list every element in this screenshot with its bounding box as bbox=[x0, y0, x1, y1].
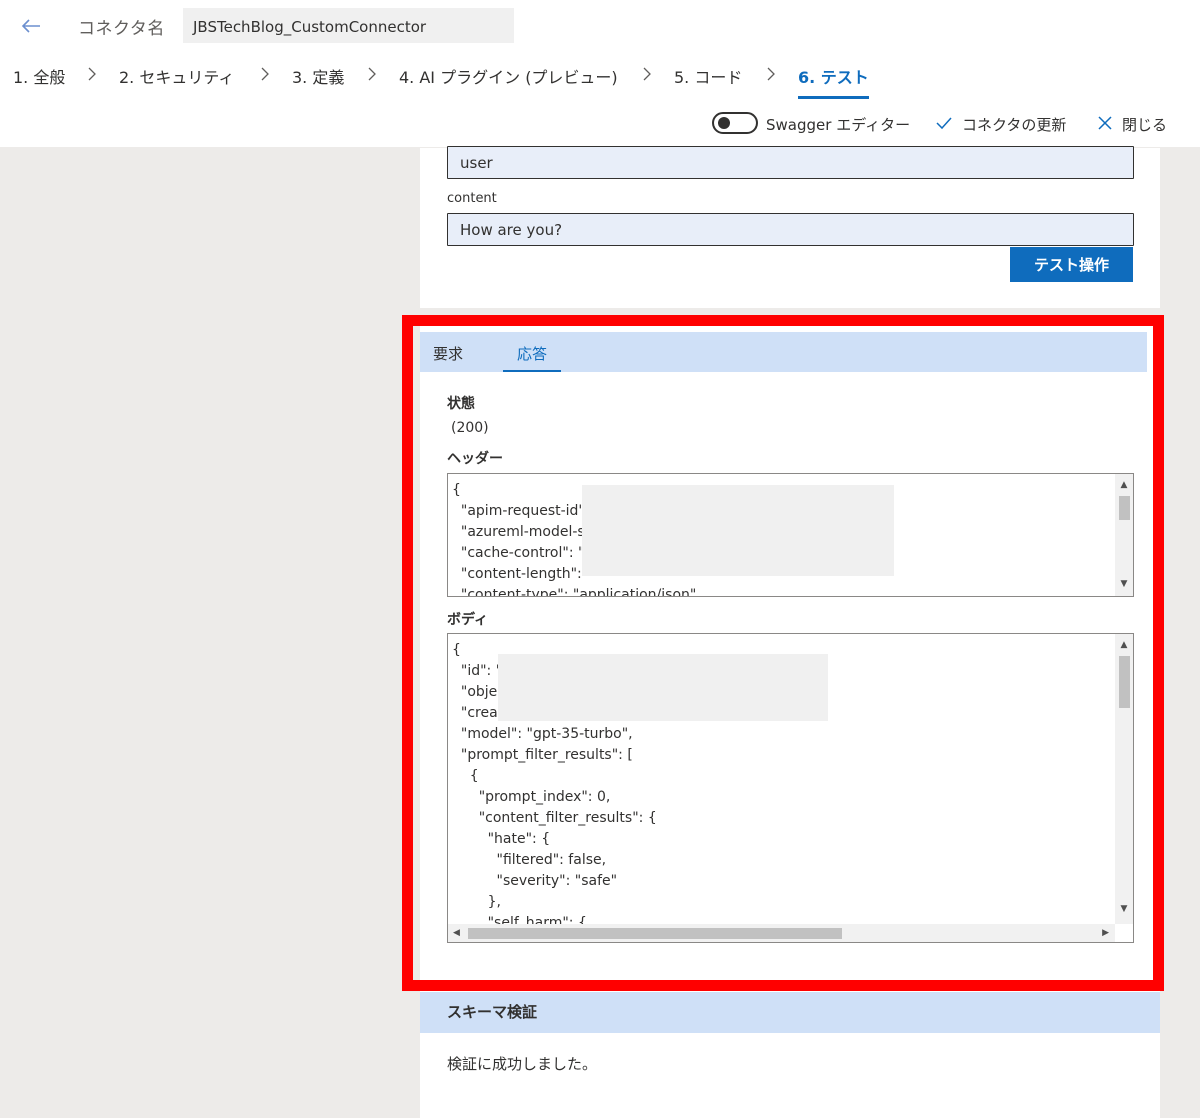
chevron-right-icon bbox=[642, 66, 652, 82]
step-code[interactable]: 5. コード bbox=[674, 64, 742, 88]
content-label: content bbox=[447, 191, 497, 206]
role-input[interactable]: user bbox=[447, 146, 1134, 179]
step-security[interactable]: 2. セキュリティ bbox=[119, 64, 234, 88]
step-definition[interactable]: 3. 定義 bbox=[292, 64, 344, 88]
connector-name-label: コネクタ名 bbox=[78, 19, 165, 39]
chevron-right-icon bbox=[766, 66, 776, 82]
back-arrow-icon[interactable] bbox=[16, 12, 46, 40]
connector-name-input[interactable]: JBSTechBlog_CustomConnector bbox=[183, 8, 514, 43]
close-icon[interactable] bbox=[1096, 114, 1114, 132]
step-test[interactable]: 6. テスト bbox=[798, 64, 869, 99]
right-background bbox=[1160, 148, 1200, 1118]
top-bar: コネクタ名 JBSTechBlog_CustomConnector 1. 全般 … bbox=[0, 0, 1200, 148]
command-bar: Swagger エディター コネクタの更新 閉じる bbox=[0, 112, 1200, 136]
test-operation-button[interactable]: テスト操作 bbox=[1010, 247, 1133, 282]
chevron-right-icon bbox=[87, 66, 97, 82]
swagger-editor-toggle[interactable] bbox=[712, 112, 758, 134]
chevron-right-icon bbox=[260, 66, 270, 82]
step-ai-plugin[interactable]: 4. AI プラグイン (プレビュー) bbox=[399, 64, 618, 88]
chevron-right-icon bbox=[367, 66, 377, 82]
wizard-steps: 1. 全般 2. セキュリティ 3. 定義 4. AI プラグイン (プレビュー… bbox=[0, 58, 1200, 100]
left-background bbox=[0, 148, 420, 1118]
swagger-editor-label: Swagger エディター bbox=[766, 116, 911, 134]
close-button[interactable]: 閉じる bbox=[1122, 114, 1167, 135]
update-connector-button[interactable]: コネクタの更新 bbox=[962, 114, 1066, 135]
highlight-frame bbox=[402, 315, 1164, 991]
schema-validation-message: 検証に成功しました。 bbox=[447, 1055, 598, 1073]
step-general[interactable]: 1. 全般 bbox=[13, 64, 65, 88]
schema-validation-title: スキーマ検証 bbox=[447, 1003, 538, 1021]
content-input[interactable]: How are you? bbox=[447, 213, 1134, 246]
checkmark-icon[interactable] bbox=[935, 114, 953, 132]
